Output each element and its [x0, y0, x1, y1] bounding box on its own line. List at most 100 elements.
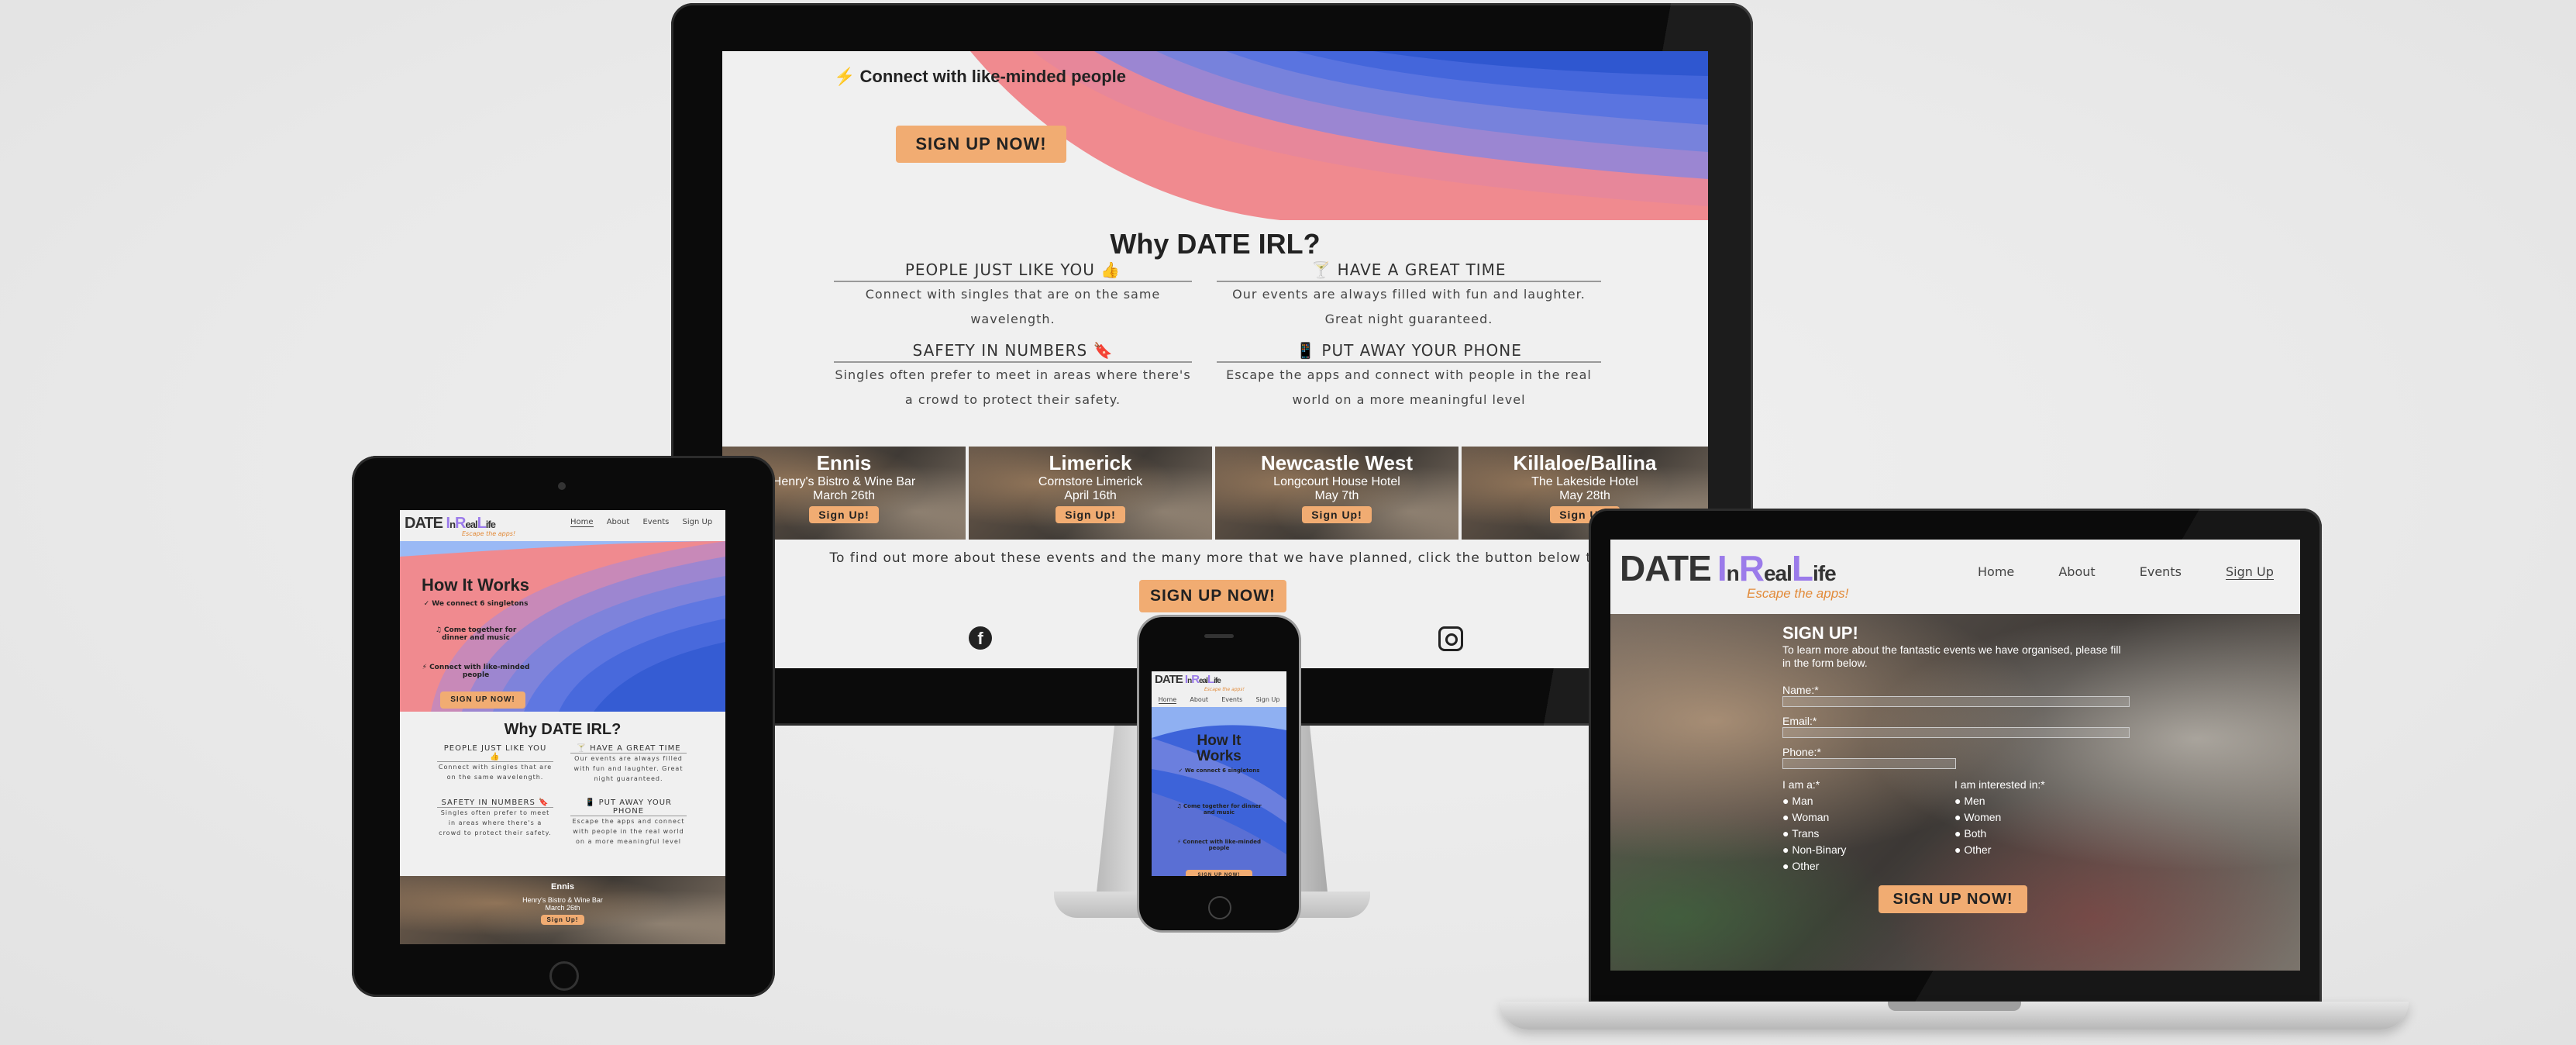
event-signup-button[interactable]: Sign Up!	[1056, 506, 1125, 523]
event-signup-button[interactable]: Sign Up!	[1302, 506, 1372, 523]
tablet-hero-step2: ♫ Come together for dinner and music	[435, 626, 517, 642]
laptop-notch	[1888, 1002, 2021, 1011]
instagram-icon[interactable]	[1438, 626, 1463, 651]
nav-signup[interactable]: Sign Up	[2226, 564, 2274, 580]
cocktail-icon: 🍸	[576, 744, 587, 753]
phone-hero-step2: ♫ Come together for dinner and music	[1176, 803, 1262, 816]
interest-radio-both[interactable]: ● Both	[1954, 826, 2127, 842]
check-icon: ✓	[423, 600, 430, 608]
nav-about[interactable]: About	[2058, 564, 2095, 579]
event-signup-button[interactable]: Sign Up!	[809, 506, 879, 523]
phone-device: DATE InRealLife Escape the apps! Home Ab…	[1139, 617, 1299, 930]
tablet-feature-great-time: 🍸 HAVE A GREAT TIME Our events are alway…	[570, 744, 687, 784]
feature-safety: SAFETY IN NUMBERS 🔖 Singles often prefer…	[834, 341, 1192, 407]
nav-signup[interactable]: Sign Up	[683, 518, 713, 526]
nav-events[interactable]: Events	[2140, 564, 2182, 579]
interest-radio-women[interactable]: ● Women	[1954, 809, 2127, 826]
tablet-feature-safety: SAFETY IN NUMBERS 🔖 Singles often prefer…	[437, 798, 553, 838]
events-signup-button[interactable]: SIGN UP NOW!	[1139, 580, 1286, 612]
nav-home[interactable]: Home	[1158, 696, 1177, 704]
bolt-icon: ⚡	[422, 664, 427, 671]
iam-radio-other[interactable]: ● Other	[1782, 858, 1954, 874]
phone-screen: DATE InRealLife Escape the apps! Home Ab…	[1152, 671, 1286, 876]
tablet-hero-signup-button[interactable]: SIGN UP NOW!	[440, 691, 525, 709]
tablet-feature-people: PEOPLE JUST LIKE YOU 👍 Connect with singl…	[437, 744, 553, 781]
phone-tagline: Escape the apps!	[1204, 687, 1245, 692]
mobile-phone-icon: 📱	[585, 798, 596, 807]
tablet-hero-title: How It Works	[422, 575, 529, 595]
check-icon: ✓	[1178, 767, 1183, 774]
why-title: Why DATE IRL?	[1110, 228, 1321, 260]
nav-home[interactable]: Home	[570, 518, 594, 527]
music-icon: ♫	[435, 626, 442, 634]
phone-hero-title: How It Works	[1197, 733, 1242, 764]
tablet-event-card-ennis: Ennis Henry's Bistro & Wine Bar March 26…	[400, 876, 725, 944]
tablet-device: DATE InRealLife Escape the apps! Home Ab…	[352, 456, 775, 997]
feature-people: PEOPLE JUST LIKE YOU 👍 Connect with sing…	[834, 260, 1192, 332]
hero-signup-button[interactable]: SIGN UP NOW!	[896, 126, 1066, 163]
tablet-home-button[interactable]	[549, 961, 579, 991]
feature-great-time: 🍸 HAVE A GREAT TIME Our events are alway…	[1217, 260, 1601, 332]
event-card-limerick: Limerick Cornstore Limerick April 16th S…	[969, 447, 1212, 540]
bookmark-icon: 🔖	[1093, 341, 1114, 360]
phone-nav: Home About Events Sign Up	[1152, 696, 1286, 704]
tablet-why-title: Why DATE IRL?	[504, 721, 622, 738]
phone-speaker	[1204, 634, 1234, 638]
email-field[interactable]	[1782, 727, 2130, 738]
music-icon: ♫	[1176, 803, 1182, 809]
tablet-hero-step1: ✓ We connect 6 singletons	[423, 600, 529, 608]
nav-events[interactable]: Events	[1221, 696, 1242, 704]
tablet-nav: Home About Events Sign Up	[570, 518, 713, 527]
phone-hero-signup-button[interactable]: SIGN UP NOW!	[1186, 870, 1252, 876]
iam-radio-trans[interactable]: ● Trans	[1782, 826, 1954, 842]
iam-radio-woman[interactable]: ● Woman	[1782, 809, 1954, 826]
tablet-feature-phone: 📱 PUT AWAY YOUR PHONE Escape the apps an…	[570, 798, 687, 847]
signup-intro: To learn more about the fantastic events…	[1782, 643, 2121, 669]
interest-radio-men[interactable]: ● Men	[1954, 793, 2127, 809]
event-signup-button[interactable]: Sign Up!	[540, 915, 585, 925]
interest-radio-other[interactable]: ● Other	[1954, 842, 2127, 858]
laptop-tagline: Escape the apps!	[1747, 586, 1849, 601]
hero-wave-banner: ⚡ Connect with like-minded people SIGN U…	[722, 51, 1708, 220]
name-label: Name:*	[1782, 684, 1819, 696]
bolt-icon: ⚡	[1177, 839, 1181, 845]
thumbs-up-icon: 👍	[490, 753, 501, 761]
iam-radio-man[interactable]: ● Man	[1782, 793, 1954, 809]
laptop-nav: Home About Events Sign Up	[1978, 564, 2274, 580]
bookmark-icon: 🔖	[539, 798, 549, 807]
facebook-icon[interactable]: f	[969, 626, 992, 650]
nav-signup[interactable]: Sign Up	[1255, 696, 1279, 704]
tablet-header: DATE InRealLife Escape the apps! Home Ab…	[400, 510, 725, 541]
event-card-newcastle-west: Newcastle West Longcourt House Hotel May…	[1215, 447, 1458, 540]
laptop-screen: DATE InRealLife Escape the apps! Home Abo…	[1610, 540, 2300, 971]
thumbs-up-icon: 👍	[1100, 260, 1121, 279]
tablet-camera	[558, 482, 566, 490]
phone-home-button[interactable]	[1208, 896, 1231, 919]
name-field[interactable]	[1782, 696, 2130, 707]
phone-logo: DATE InRealLife	[1155, 673, 1221, 686]
phone-hero-step1: ✓ We connect 6 singletons	[1178, 767, 1260, 774]
mobile-phone-icon: 📱	[1296, 341, 1317, 360]
signup-submit-button[interactable]: SIGN UP NOW!	[1879, 885, 2027, 913]
email-label: Email:*	[1782, 715, 1817, 727]
iam-radio-non-binary[interactable]: ● Non-Binary	[1782, 842, 1954, 858]
desktop-screen: ⚡ Connect with like-minded people SIGN U…	[722, 51, 1708, 668]
signup-form: SIGN UP! To learn more about the fantast…	[1782, 623, 2131, 913]
interest-group: I am interested in:* ● Men ● Women ● Bot…	[1954, 777, 2127, 874]
nav-about[interactable]: About	[1190, 696, 1208, 704]
bolt-icon: ⚡	[834, 67, 856, 86]
iam-group: I am a:* ● Man ● Woman ● Trans ● Non-Bin…	[1782, 777, 1954, 874]
nav-home[interactable]: Home	[1978, 564, 2014, 579]
phone-hero-step3: ⚡ Connect with like-minded people	[1177, 839, 1261, 851]
nav-about[interactable]: About	[607, 518, 630, 526]
laptop-header: DATE InRealLife Escape the apps! Home Abo…	[1610, 540, 2300, 614]
tablet-hero-step3: ⚡ Connect with like-minded people	[422, 664, 530, 679]
phone-field[interactable]	[1782, 758, 1956, 769]
hero-step-3: ⚡ Connect with like-minded people	[834, 67, 1127, 86]
laptop-lid: DATE InRealLife Escape the apps! Home Abo…	[1589, 509, 2322, 1003]
signup-title: SIGN UP!	[1782, 623, 1858, 643]
laptop-logo: DATE InRealLife	[1620, 548, 1837, 588]
nav-events[interactable]: Events	[642, 518, 669, 526]
tablet-tagline: Escape the apps!	[462, 530, 516, 537]
phone-label: Phone:*	[1782, 746, 1821, 758]
